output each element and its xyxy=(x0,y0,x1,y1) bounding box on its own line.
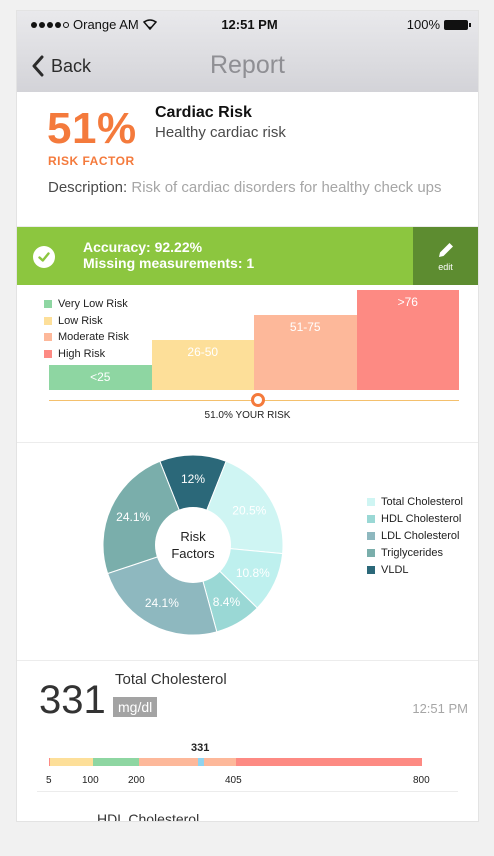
pie-slice-label: 24.1% xyxy=(145,596,179,610)
legend-item: Total Cholesterol xyxy=(367,493,463,510)
legend-label: Very Low Risk xyxy=(58,298,128,311)
nav-bar: Back Report xyxy=(17,49,478,85)
pie-slice-label: 24.1% xyxy=(116,510,150,524)
risk-legend: Very Low Risk Low Risk Moderate Risk Hig… xyxy=(44,296,129,362)
legend-item: Triglycerides xyxy=(367,544,463,561)
top-bar: Orange AM 12:51 PM 100% Back Report xyxy=(17,11,478,92)
legend-label: Moderate Risk xyxy=(58,331,129,344)
legend-label: HDL Cholesterol xyxy=(381,512,462,525)
risk-title: Cardiac Risk xyxy=(155,104,252,121)
legend-swatch xyxy=(367,531,375,540)
scale-tick-label: 800 xyxy=(413,775,430,786)
pie-center-label: Factors xyxy=(171,546,215,561)
battery-label: 100% xyxy=(406,17,440,32)
range-segment xyxy=(93,758,139,766)
accuracy-line: Accuracy: 92.22% xyxy=(83,239,203,255)
legend-swatch xyxy=(44,300,52,309)
range-value-marker xyxy=(197,758,204,766)
risk-level-chart: Very Low Risk Low Risk Moderate Risk Hig… xyxy=(17,285,478,443)
legend-swatch xyxy=(44,316,52,325)
risk-subtitle: Healthy cardiac risk xyxy=(155,124,286,141)
accuracy-banner: Accuracy: 92.22% Missing measurements: 1… xyxy=(17,227,478,285)
scale-tick-label: 405 xyxy=(225,775,242,786)
legend-swatch xyxy=(44,333,52,342)
scale-tick-label: 100 xyxy=(82,775,99,786)
scale-tick-label: 5 xyxy=(46,775,52,786)
description-value: Risk of cardiac disorders for healthy ch… xyxy=(131,179,442,196)
battery-icon xyxy=(444,19,471,30)
check-circle-icon xyxy=(33,246,55,268)
risk-band-moderate: 51-75 xyxy=(254,315,357,390)
pie-slice-label: 10.8% xyxy=(236,566,270,580)
legend-swatch xyxy=(367,514,375,523)
legend-label: Low Risk xyxy=(58,314,103,327)
legend-item: Low Risk xyxy=(44,313,129,330)
legend-label: Triglycerides xyxy=(381,546,443,559)
pie-slice-label: 8.4% xyxy=(213,595,241,609)
metric-card[interactable]: 331 Total Cholesterol mg/dl 12:51 PM 331… xyxy=(17,661,478,801)
risk-band-low: 26-50 xyxy=(151,340,254,390)
status-bar: Orange AM 12:51 PM 100% xyxy=(31,17,471,33)
legend-item: High Risk xyxy=(44,346,129,363)
missing-measurements-line: Missing measurements: 1 xyxy=(83,255,255,271)
risk-description: Description: Risk of cardiac disorders f… xyxy=(48,178,458,197)
description-key: Description: xyxy=(48,179,128,196)
pie-slice-label: 12% xyxy=(181,472,205,486)
range-segment xyxy=(236,758,422,766)
legend-item: LDL Cholesterol xyxy=(367,527,463,544)
risk-factor-label: RISK FACTOR xyxy=(48,154,135,168)
risk-band-very-low: <25 xyxy=(49,365,152,390)
legend-item: VLDL xyxy=(367,561,463,578)
edit-button[interactable]: edit xyxy=(413,227,478,285)
accuracy-text: Accuracy: 92.22% Missing measurements: 1 xyxy=(83,239,254,271)
pie-legend: Total Cholesterol HDL Cholesterol LDL Ch… xyxy=(367,493,463,578)
legend-label: LDL Cholesterol xyxy=(381,529,460,542)
range-segment xyxy=(49,758,50,766)
legend-label: VLDL xyxy=(381,563,409,576)
your-risk-marker xyxy=(251,393,266,407)
status-time: 12:51 PM xyxy=(221,17,278,32)
edit-label: edit xyxy=(438,262,453,272)
risk-band-high: >76 xyxy=(356,290,459,390)
pie-center-label: Risk xyxy=(180,529,206,544)
next-metric-name: HDL Cholesterol xyxy=(97,811,200,822)
legend-label: Total Cholesterol xyxy=(381,495,463,508)
legend-swatch xyxy=(367,497,375,506)
risk-summary: 51% RISK FACTOR Cardiac Risk Healthy car… xyxy=(17,92,478,227)
legend-label: High Risk xyxy=(58,347,106,360)
pencil-icon xyxy=(438,243,453,257)
legend-item: HDL Cholesterol xyxy=(367,510,463,527)
risk-factors-section: 12% 20.5% 10.8% 8.4% 24.1% 24.1% Risk Factors… xyxy=(17,443,478,661)
legend-swatch xyxy=(44,349,52,358)
legend-swatch xyxy=(367,548,375,557)
your-risk-label: 51.0% YOUR RISK xyxy=(204,410,291,421)
pie-slice-label: 20.5% xyxy=(232,504,266,518)
range-segment xyxy=(50,758,93,766)
status-right: 100% xyxy=(406,17,471,32)
legend-swatch xyxy=(367,565,375,574)
pie-center-hole xyxy=(155,507,231,583)
legend-item: Moderate Risk xyxy=(44,329,129,346)
divider xyxy=(37,791,458,792)
page-title: Report xyxy=(209,51,286,79)
risk-percent: 51% xyxy=(47,104,137,153)
risk-factors-pie-chart: 12% 20.5% 10.8% 8.4% 24.1% 24.1% Risk Factors xyxy=(102,454,284,636)
legend-item: Very Low Risk xyxy=(44,296,129,313)
phone-screen: Orange AM 12:51 PM 100% Back Report 51% … xyxy=(16,10,479,822)
scale-tick-label: 200 xyxy=(128,775,145,786)
range-segment xyxy=(139,758,236,766)
